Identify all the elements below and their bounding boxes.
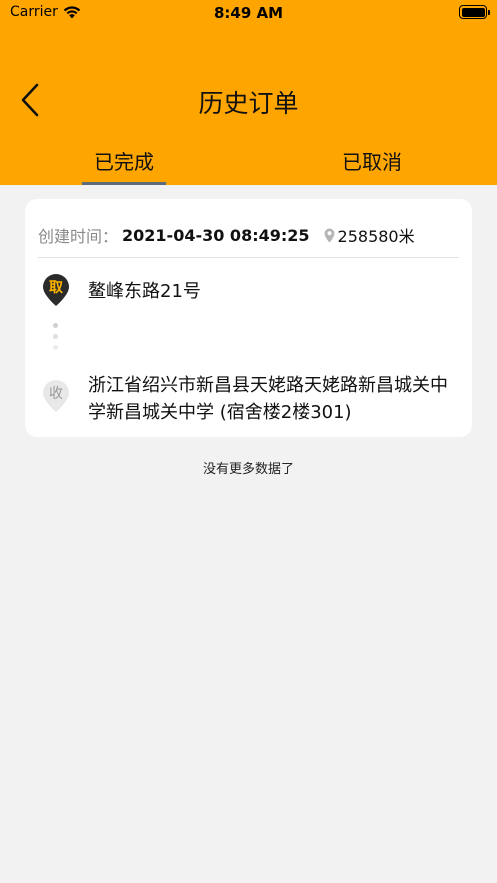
route-dots bbox=[53, 323, 58, 356]
delivery-badge: 收 bbox=[49, 386, 63, 402]
created-time-value: 2021-04-30 08:49:25 bbox=[122, 225, 310, 245]
no-more-data-text: 没有更多数据了 bbox=[202, 462, 294, 477]
pickup-address: 鳌峰东路21号 bbox=[88, 281, 201, 302]
active-tab-indicator bbox=[82, 182, 166, 185]
delivery-marker-icon: 收 bbox=[42, 379, 70, 413]
status-bar: Carrier 8:49 AM bbox=[0, 0, 497, 26]
distance-value: 258580米 bbox=[337, 227, 415, 246]
pickup-badge: 取 bbox=[49, 280, 63, 296]
battery-icon bbox=[459, 5, 490, 19]
distance: 258580米 bbox=[324, 223, 415, 247]
order-meta: 创建时间： 2021-04-30 08:49:25 258580米 bbox=[38, 223, 415, 247]
divider bbox=[38, 257, 459, 258]
tab-bar: 已完成 已取消 bbox=[0, 138, 497, 185]
location-pin-icon bbox=[324, 228, 335, 242]
tab-cancelled[interactable]: 已取消 bbox=[248, 138, 496, 185]
tab-completed[interactable]: 已完成 bbox=[0, 138, 248, 185]
status-time: 8:49 AM bbox=[213, 4, 284, 22]
order-card[interactable]: 创建时间： 2021-04-30 08:49:25 258580米 取 鳌峰东路… bbox=[25, 199, 472, 437]
delivery-address: 浙江省绍兴市新昌县天姥路天姥路新昌城关中学新昌城关中学 (宿舍楼2楼301) bbox=[88, 375, 448, 423]
created-time-label: 创建时间： bbox=[38, 227, 119, 246]
header: Carrier 8:49 AM 历史订单 已完成 已取消 bbox=[0, 0, 497, 185]
pickup-marker-icon: 取 bbox=[42, 273, 70, 307]
nav-bar: 历史订单 bbox=[0, 70, 497, 130]
page-title: 历史订单 bbox=[198, 89, 299, 118]
